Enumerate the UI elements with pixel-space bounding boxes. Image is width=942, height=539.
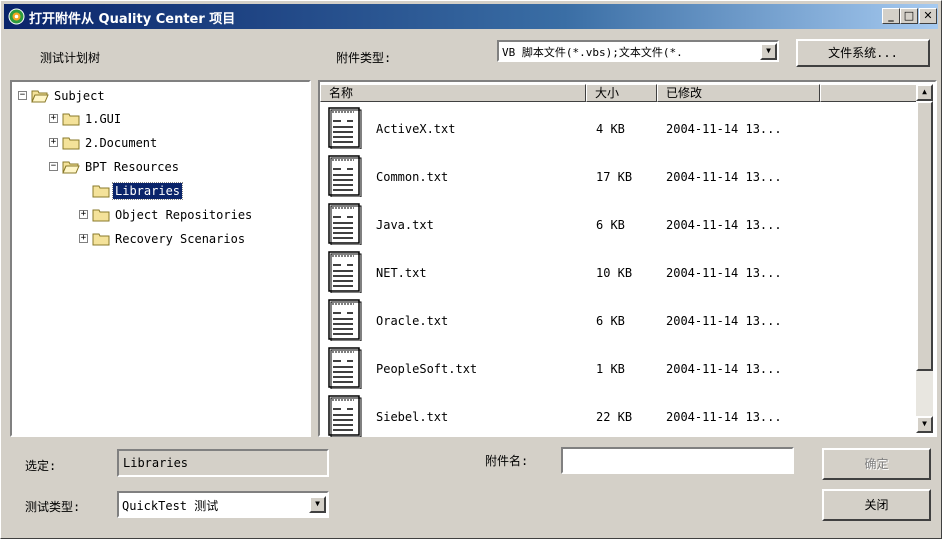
file-size: 6 KB [596, 218, 625, 232]
maximize-button[interactable]: □ [900, 8, 918, 24]
test-type-value: QuickTest 测试 [122, 499, 219, 513]
column-header-modified[interactable]: 已修改 [657, 84, 820, 102]
column-header-size[interactable]: 大小 [586, 84, 657, 102]
scroll-up-arrow-icon[interactable]: ▲ [916, 84, 933, 101]
maximize-icon: □ [903, 9, 915, 22]
scroll-down-arrow-icon[interactable]: ▼ [916, 416, 933, 433]
file-modified: 2004-11-14 13... [666, 362, 782, 376]
tree-node-label: Recovery Scenarios [115, 232, 246, 246]
list-item[interactable]: PeopleSoft.txt 1 KB 2004-11-14 13... [326, 344, 906, 392]
file-name: Common.txt [376, 170, 449, 184]
file-system-button[interactable]: 文件系统... [796, 39, 930, 67]
window-title: 打开附件从 Quality Center 项目 [29, 12, 236, 27]
text-file-icon [328, 155, 362, 197]
file-name: PeopleSoft.txt [376, 362, 478, 376]
tree-node-label: BPT Resources [85, 160, 179, 174]
test-type-label: 测试类型: [25, 500, 81, 514]
list-item[interactable]: NET.txt 10 KB 2004-11-14 13... [326, 248, 906, 296]
list-item[interactable]: Siebel.txt 22 KB 2004-11-14 13... [326, 392, 906, 440]
minimize-button[interactable]: _ [882, 8, 900, 24]
file-name: Siebel.txt [376, 410, 449, 424]
text-file-icon [328, 251, 362, 293]
test-plan-tree[interactable]: − Subject +1.GUI +2.Document − BPT Resources L… [10, 80, 311, 437]
minimize-icon: _ [888, 9, 894, 22]
file-modified: 2004-11-14 13... [666, 314, 782, 328]
file-size: 17 KB [596, 170, 633, 184]
expand-icon[interactable]: + [49, 114, 58, 123]
collapse-icon[interactable]: − [18, 91, 27, 100]
tree-node-label: Subject [54, 89, 105, 103]
folder-icon [92, 185, 110, 198]
close-button[interactable]: 关闭 [822, 489, 931, 521]
expand-icon[interactable]: + [49, 138, 58, 147]
file-name: ActiveX.txt [376, 122, 456, 136]
tree-node-label: 2.Document [85, 136, 158, 150]
list-item[interactable]: Common.txt 17 KB 2004-11-14 13... [326, 152, 906, 200]
folder-icon [62, 113, 80, 126]
chevron-down-icon[interactable]: ▼ [760, 43, 777, 60]
close-window-button[interactable]: ✕ [919, 8, 937, 24]
list-item[interactable]: ActiveX.txt 4 KB 2004-11-14 13... [326, 104, 906, 152]
file-modified: 2004-11-14 13... [666, 266, 782, 280]
folder-icon [62, 137, 80, 150]
tree-node-label: Object Repositories [115, 208, 253, 222]
ok-button[interactable]: 确定 [822, 448, 931, 480]
file-size: 1 KB [596, 362, 625, 376]
file-size: 6 KB [596, 314, 625, 328]
file-size: 22 KB [596, 410, 633, 424]
open-folder-icon [31, 90, 49, 103]
file-modified: 2004-11-14 13... [666, 170, 782, 184]
file-list[interactable]: 名称 大小 已修改 ActiveX.txt 4 KB 2004-11-14 13..… [318, 80, 937, 437]
file-size: 4 KB [596, 122, 625, 136]
vertical-scrollbar[interactable]: ▲ ▼ [916, 84, 933, 433]
collapse-icon[interactable]: − [49, 162, 58, 171]
column-header-name[interactable]: 名称 [320, 84, 586, 102]
close-icon: ✕ [923, 9, 933, 22]
test-plan-tree-header: 测试计划树 [40, 51, 101, 65]
file-name: NET.txt [376, 266, 427, 280]
text-file-icon [328, 203, 362, 245]
scroll-thumb[interactable] [916, 101, 933, 371]
expand-icon[interactable]: + [79, 210, 88, 219]
text-file-icon [328, 395, 362, 437]
selected-label: 选定: [25, 459, 57, 473]
list-item[interactable]: Oracle.txt 6 KB 2004-11-14 13... [326, 296, 906, 344]
list-item[interactable]: Java.txt 6 KB 2004-11-14 13... [326, 200, 906, 248]
text-file-icon [328, 107, 362, 149]
chevron-down-icon[interactable]: ▼ [309, 496, 326, 513]
attachment-type-select[interactable]: VB 脚本文件(*.vbs);文本文件(*. ▼ [497, 40, 779, 62]
title-bar[interactable]: 打开附件从 Quality Center 项目 _ □ ✕ [4, 4, 938, 29]
attachment-type-label: 附件类型: [336, 51, 392, 65]
tree-node-label: Libraries [111, 182, 184, 200]
file-size: 10 KB [596, 266, 633, 280]
file-name: Java.txt [376, 218, 434, 232]
open-folder-icon [62, 161, 80, 174]
open-attachment-dialog: 打开附件从 Quality Center 项目 _ □ ✕ 测试计划树 − Sub… [0, 0, 942, 539]
folder-icon [92, 233, 110, 246]
tree-node-label: 1.GUI [85, 112, 122, 126]
file-modified: 2004-11-14 13... [666, 122, 782, 136]
test-type-select[interactable]: QuickTest 测试 ▼ [117, 491, 329, 518]
text-file-icon [328, 299, 362, 341]
selected-value: Libraries [123, 456, 189, 470]
attachment-type-value: VB 脚本文件(*.vbs);文本文件(*. [502, 46, 683, 59]
folder-icon [92, 209, 110, 222]
text-file-icon [328, 347, 362, 389]
file-modified: 2004-11-14 13... [666, 410, 782, 424]
selected-field: Libraries [117, 449, 329, 477]
column-header-blank [820, 84, 918, 102]
file-name: Oracle.txt [376, 314, 449, 328]
attachment-name-input[interactable] [561, 447, 794, 474]
file-modified: 2004-11-14 13... [666, 218, 782, 232]
quality-center-app-icon [8, 8, 25, 25]
expand-icon[interactable]: + [79, 234, 88, 243]
attachment-name-label: 附件名: [485, 454, 529, 468]
